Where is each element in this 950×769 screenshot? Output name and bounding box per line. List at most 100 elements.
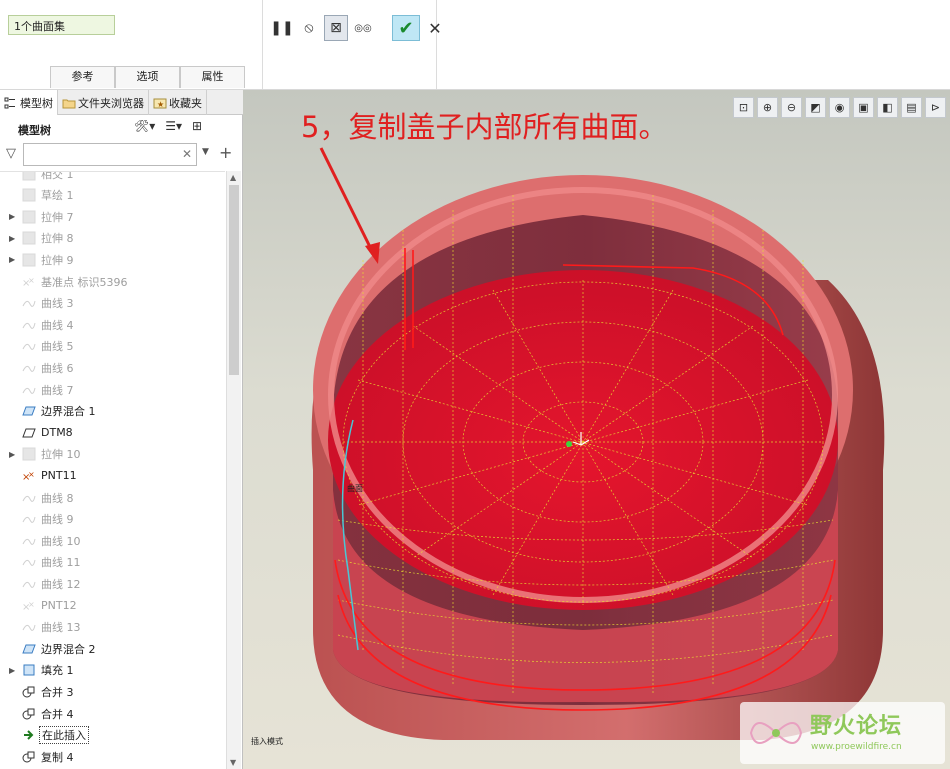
tree-item[interactable]: 曲线 8 [0,487,225,508]
cancel-button[interactable]: ✕ [423,15,447,41]
no-preview-icon[interactable]: ⦸ [297,15,321,41]
tree-item-label: 草绘 1 [41,189,74,203]
tree-item[interactable]: ▶ 拉伸 8 [0,228,225,249]
annotation-text: 5，复制盖子内部所有曲面。 [301,110,668,144]
ok-button[interactable]: ✔ [392,15,420,41]
tree-item[interactable]: × × PNT12 [0,595,225,616]
model-tree-icon [4,97,16,109]
display-style-icon[interactable]: ◉ [829,97,850,118]
tree-item[interactable]: 复制 4 [0,746,225,767]
repaint-icon[interactable]: ◩ [805,97,826,118]
tree-item[interactable]: ▶ 拉伸 10 [0,444,225,465]
tab-references[interactable]: 参考 [50,66,115,88]
tree-item[interactable]: 曲线 7 [0,379,225,400]
refit-icon[interactable]: ⊡ [733,97,754,118]
view-manager-icon[interactable]: ◧ [877,97,898,118]
intersect-icon [22,172,36,181]
tab-model-tree[interactable]: 模型树 [0,90,58,115]
tab-properties[interactable]: 属性 [180,66,245,88]
graphics-viewport[interactable]: ⊡ ⊕ ⊖ ◩ ◉ ▣ ◧ ▤ ⊳ 5，复制盖子内部所有曲面。 曲面 插入模式 … [243,90,950,769]
tree-item-label: 合并 3 [41,685,74,699]
expand-icon[interactable]: ▶ [9,212,15,221]
watermark-text: 野火论坛 [810,714,903,739]
column-icon[interactable]: ⊞ [192,119,202,133]
saved-views-icon[interactable]: ▣ [853,97,874,118]
tree-item[interactable]: × × PNT11 [0,465,225,486]
boundary-blend-icon [22,404,36,418]
tree-item[interactable]: 曲线 5 [0,336,225,357]
curve-icon [22,361,36,375]
tree-item[interactable]: 合并 3 [0,681,225,702]
expand-icon[interactable]: ▶ [9,234,15,243]
feature-dashboard: 1个曲面集 参考 选项 属性 ❚❚ ⦸ ⊠ ◎◎ ✔ ✕ [0,0,950,90]
tree-item-label: 曲线 6 [41,361,74,375]
zoom-out-icon[interactable]: ⊖ [781,97,802,118]
boundary-blend-icon [22,642,36,656]
spin-center-icon[interactable]: ⊳ [925,97,946,118]
perspective-icon[interactable]: ▤ [901,97,922,118]
pause-icon[interactable]: ❚❚ [270,15,294,41]
tab-options[interactable]: 选项 [115,66,180,88]
chevron-down-icon[interactable]: ▼ [202,147,209,157]
filter-icon[interactable]: ▽ [6,146,16,161]
glasses-preview-icon[interactable]: ◎◎ [351,15,375,41]
expand-icon[interactable]: ▶ [9,666,15,675]
tree-item-label: 曲线 12 [41,577,81,591]
tree-item[interactable]: 合并 4 [0,703,225,724]
svg-text:×: × [28,600,35,609]
tree-item-label: 填充 1 [41,664,74,678]
tree-search-input[interactable]: ✕ [23,143,197,166]
tree-item[interactable]: 曲线 6 [0,357,225,378]
cap-model[interactable] [243,90,950,769]
tree-item[interactable]: 曲线 10 [0,530,225,551]
svg-text:★: ★ [157,100,164,109]
tree-item[interactable]: 在此插入 [0,725,225,746]
tree-item[interactable]: ▶ 拉伸 9 [0,249,225,270]
tree-item-label: 拉伸 8 [41,232,74,246]
zoom-in-icon[interactable]: ⊕ [757,97,778,118]
tree-item[interactable]: 曲线 13 [0,617,225,638]
tree-item-label: PNT12 [41,599,77,612]
insert-here-icon [22,728,36,742]
tree-item-label: 复制 4 [41,750,74,764]
surface-collector-field[interactable]: 1个曲面集 [8,15,115,35]
tab-label: 模型树 [20,96,53,110]
tree-scrollbar[interactable]: ▲ ▼ [226,171,241,769]
tree-item[interactable]: DTM8 [0,422,225,443]
tree-item[interactable]: 曲线 9 [0,509,225,530]
settings-icon[interactable]: 🛠▾ [134,119,155,133]
scroll-down-icon[interactable]: ▼ [230,758,236,767]
curve-icon [22,577,36,591]
tree-item[interactable]: 曲线 3 [0,293,225,314]
extrude-icon [22,231,36,245]
tree-item[interactable]: ▶ 填充 1 [0,660,225,681]
expand-icon[interactable]: ▶ [9,255,15,264]
tree-item[interactable]: 边界混合 1 [0,401,225,422]
add-icon[interactable]: + [219,143,232,162]
tree-item[interactable]: 相交 1 [0,172,225,184]
show-icon[interactable]: ☰▾ [165,119,182,133]
tree-item[interactable]: 草绘 1 [0,185,225,206]
model-tree-list: 相交 1 草绘 1 ▶ 拉伸 7 ▶ 拉伸 8 ▶ 拉伸 9 × × 基准点 标识5396 曲线 3曲… [0,171,225,769]
expand-icon[interactable]: ▶ [9,450,15,459]
verify-preview-icon[interactable]: ⊠ [324,15,348,41]
favorites-icon: ★ [153,97,167,109]
merge-icon [22,707,36,721]
tree-item-label: 边界混合 1 [41,405,96,419]
scroll-up-icon[interactable]: ▲ [230,173,236,182]
tree-item[interactable]: 曲线 4 [0,314,225,335]
curve-icon [22,534,36,548]
clear-icon[interactable]: ✕ [182,147,192,161]
svg-text:×: × [28,470,35,479]
tree-item-label: 曲线 8 [41,491,74,505]
tree-item[interactable]: 曲线 12 [0,573,225,594]
tab-folder-browser[interactable]: 文件夹浏览器 [58,90,149,115]
tab-favorites[interactable]: ★ 收藏夹 [149,90,207,115]
navigator-panel: 模型树 文件夹浏览器 ★ 收藏夹 模型树 🛠▾ ☰▾ ⊞ ▽ ✕ ▼ + 相交 … [0,90,243,769]
scroll-thumb[interactable] [229,185,239,375]
tree-item[interactable]: 曲线 11 [0,552,225,573]
datum-point-icon: × × [22,469,36,483]
tree-item[interactable]: × × 基准点 标识5396 [0,271,225,292]
tree-item[interactable]: 边界混合 2 [0,638,225,659]
tree-item[interactable]: ▶ 拉伸 7 [0,206,225,227]
